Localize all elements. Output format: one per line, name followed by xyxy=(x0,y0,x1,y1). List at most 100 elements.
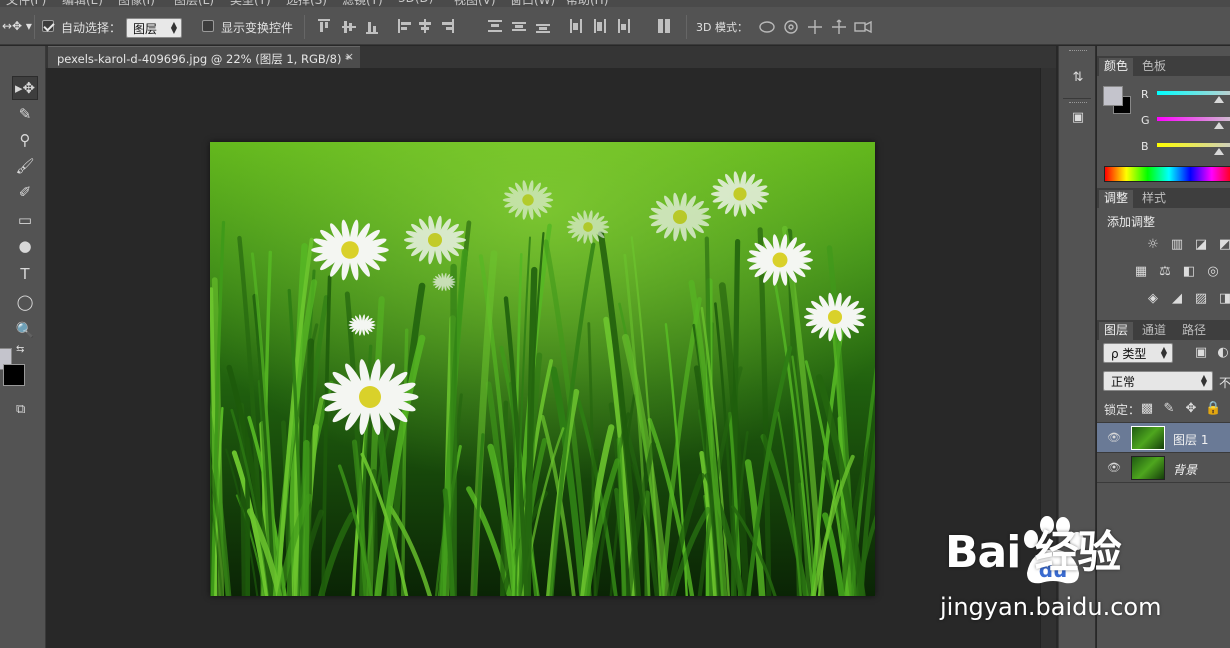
history-brush-tool[interactable]: ✐ xyxy=(12,180,38,204)
close-icon[interactable]: × xyxy=(345,50,354,63)
screen-mode-icon[interactable]: ⧉ xyxy=(16,402,25,417)
blend-mode-dropdown[interactable]: 正常 ▲ ▼ xyxy=(1103,371,1213,391)
channel-slider-b[interactable] xyxy=(1157,143,1230,147)
layer-row[interactable]: 👁 背景 xyxy=(1097,453,1230,483)
channel-label-g: G xyxy=(1141,114,1150,127)
brightness-icon[interactable]: ☼ xyxy=(1145,238,1161,252)
menu-item-6[interactable]: 滤镜(T) xyxy=(342,0,383,7)
channel-slider-thumb[interactable] xyxy=(1214,122,1225,129)
curves-icon[interactable]: ◪ xyxy=(1193,238,1209,252)
layer-name[interactable]: 图层 1 xyxy=(1173,431,1208,448)
dropdown-arrows-icon: ▲ ▼ xyxy=(170,20,177,35)
tab-layers[interactable]: 图层 xyxy=(1099,322,1134,340)
show-transform-checkbox[interactable] xyxy=(202,20,214,32)
channel-slider-g[interactable] xyxy=(1157,117,1230,121)
layer-filter-dropdown[interactable]: ρ 类型 ▲ ▼ xyxy=(1103,343,1173,363)
ellipse-tool[interactable]: ◯ xyxy=(12,290,38,314)
lock-position-icon[interactable]: ✥ xyxy=(1183,402,1199,416)
visibility-eye-icon[interactable]: 👁 xyxy=(1107,461,1121,474)
lock-label: 锁定： xyxy=(1104,403,1141,417)
vibrance-icon[interactable]: ▦ xyxy=(1133,265,1149,279)
channel-slider-r[interactable] xyxy=(1157,91,1230,95)
auto-select-label: 自动选择： xyxy=(61,21,122,35)
layer-thumbnail xyxy=(1131,426,1165,450)
move-tool-preset-icon[interactable]: ↔✥ ▾ xyxy=(2,19,32,33)
color-spectrum-bar[interactable] xyxy=(1104,166,1230,182)
gradient-tool[interactable]: ▭ xyxy=(12,208,38,232)
tools-panel: ▸✥ ✎ ⚲ 🖌 ✐ ▭ ● T ◯ 🔍 ⇆ ⧉ xyxy=(0,46,46,648)
photo-filter-icon[interactable]: ◎ xyxy=(1205,265,1221,279)
layer-filter-value: ρ 类型 xyxy=(1111,347,1147,361)
auto-select-checkbox[interactable] xyxy=(42,20,54,32)
levels-icon[interactable]: ▥ xyxy=(1169,238,1185,252)
visibility-eye-icon[interactable]: 👁 xyxy=(1107,431,1121,444)
watermark-url: jingyan.baidu.com xyxy=(940,593,1162,621)
tab-styles[interactable]: 样式 xyxy=(1137,190,1171,208)
menu-item-0[interactable]: 文件(F) xyxy=(6,0,46,7)
adjustments-panel-tabs: 调整 样式 xyxy=(1097,188,1230,208)
lock-transparent-icon[interactable]: ▩ xyxy=(1139,402,1155,416)
tab-adjustments[interactable]: 调整 xyxy=(1099,190,1134,208)
eyedropper-tool[interactable]: ⚲ xyxy=(12,128,38,152)
layer-thumbnail xyxy=(1131,456,1165,480)
quick-select-tool[interactable]: ✎ xyxy=(12,102,38,126)
auto-select-dropdown[interactable]: 图层 ▲ ▼ xyxy=(126,18,182,38)
tab-channels[interactable]: 通道 xyxy=(1137,322,1171,340)
photoshop-window: 文件(F) 编辑(E) 图像(I) 图层(L) 类型(Y) 选择(S) 滤镜(T) 3D(D)… xyxy=(0,0,1230,648)
dropdown-arrows-icon: ▲ ▼ xyxy=(1160,345,1167,360)
posterize-icon[interactable]: ◢ xyxy=(1169,292,1185,306)
menu-item-7[interactable]: 3D(D) xyxy=(398,0,433,5)
menu-item-2[interactable]: 图像(I) xyxy=(118,0,155,7)
layer-name[interactable]: 背景 xyxy=(1173,461,1197,478)
channel-label-b: B xyxy=(1141,140,1149,153)
menu-item-8[interactable]: 视图(V) xyxy=(454,0,496,7)
tab-swatches[interactable]: 色板 xyxy=(1137,58,1171,76)
menu-item-3[interactable]: 图层(L) xyxy=(174,0,214,7)
auto-select-value: 图层 xyxy=(133,22,158,36)
add-adjustment-heading: 添加调整 xyxy=(1107,215,1156,229)
document-tab-title: pexels-karol-d-409696.jpg @ 22% (图层 1, R… xyxy=(57,52,351,66)
lock-all-icon[interactable]: 🔒 xyxy=(1205,402,1221,416)
black-white-icon[interactable]: ◧ xyxy=(1181,265,1197,279)
dodge-tool[interactable]: ● xyxy=(12,234,38,258)
filter-adjust-icon[interactable]: ◐ xyxy=(1215,346,1230,360)
show-transform-label: 显示变换控件 xyxy=(221,21,294,35)
document-tab[interactable]: pexels-karol-d-409696.jpg @ 22% (图层 1, R… xyxy=(48,46,360,68)
menu-item-5[interactable]: 选择(S) xyxy=(286,0,327,7)
menu-bar: 文件(F) 编辑(E) 图像(I) 图层(L) 类型(Y) 选择(S) 滤镜(T) 3D(D)… xyxy=(0,0,1230,7)
3d-mode-icons[interactable] xyxy=(758,18,878,36)
filter-pixel-icon[interactable]: ▣ xyxy=(1193,346,1209,360)
menu-item-1[interactable]: 编辑(E) xyxy=(62,0,103,7)
layers-panel-tabs: 图层 通道 路径 xyxy=(1097,320,1230,340)
foreground-color-swatch[interactable] xyxy=(1103,86,1123,106)
options-bar: ↔✥ ▾ 自动选择： 图层 ▲ ▼ 显示变换控件 3D 模式： xyxy=(0,7,1230,45)
tab-paths[interactable]: 路径 xyxy=(1177,322,1211,340)
tab-color[interactable]: 颜色 xyxy=(1099,58,1134,76)
opacity-label: 不 xyxy=(1219,376,1230,390)
brush-tool[interactable]: 🖌 xyxy=(12,154,38,178)
properties-panel-icon[interactable]: ▣ xyxy=(1068,110,1088,130)
exposure-icon[interactable]: ◩ xyxy=(1217,238,1230,252)
menu-item-9[interactable]: 窗口(W) xyxy=(510,0,555,7)
invert-icon[interactable]: ◈ xyxy=(1145,292,1161,306)
move-tool[interactable]: ▸✥ xyxy=(12,76,38,100)
lock-pixels-icon[interactable]: ✎ xyxy=(1161,402,1177,416)
history-panel-icon[interactable]: ⇅ xyxy=(1068,70,1088,90)
baidu-jingyan-watermark: du Bai 经验 jingyan.baidu.com xyxy=(940,512,1230,622)
color-panel-tabs: 颜色 色板 xyxy=(1097,56,1230,76)
threshold-icon[interactable]: ▨ xyxy=(1193,292,1209,306)
canvas-image-daisies[interactable] xyxy=(210,142,875,596)
swap-colors-icon[interactable]: ⇆ xyxy=(16,344,24,355)
channel-slider-thumb[interactable] xyxy=(1214,96,1225,103)
menu-item-10[interactable]: 帮助(H) xyxy=(566,0,608,7)
gradient-map-icon[interactable]: ◨ xyxy=(1217,292,1230,306)
channel-slider-thumb[interactable] xyxy=(1214,148,1225,155)
align-distribute-icons[interactable] xyxy=(318,19,688,35)
zoom-tool[interactable]: 🔍 xyxy=(12,318,38,342)
toolbar-background-swatch[interactable] xyxy=(3,364,25,386)
blend-mode-value: 正常 xyxy=(1111,375,1136,389)
layer-row[interactable]: 👁 图层 1 xyxy=(1097,423,1230,453)
type-tool[interactable]: T xyxy=(12,262,38,286)
menu-item-4[interactable]: 类型(Y) xyxy=(230,0,271,7)
color-balance-icon[interactable]: ⚖ xyxy=(1157,265,1173,279)
